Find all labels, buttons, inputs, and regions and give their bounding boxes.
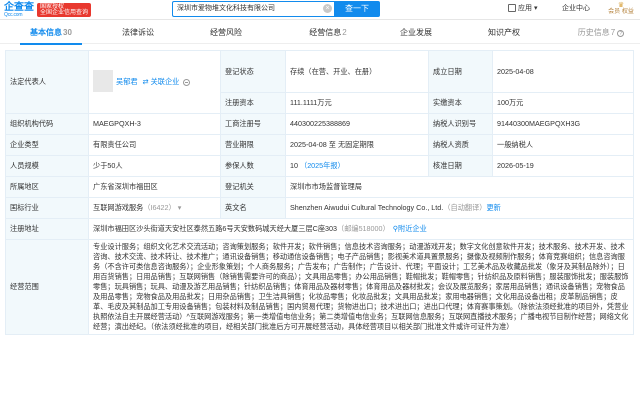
taxpayer-qual-value: 一般纳税人: [492, 134, 634, 156]
table-row: 人员规模 少于50人 参保人数 10 （2025年报） 核准日期 2026-05…: [5, 155, 634, 177]
taxpayer-id-label: 纳税人识别号: [428, 113, 493, 135]
top-bar: 企查查 Qcc.com 国家授权 全国企业信用查询 深圳市爱物堆文化科技有限公司…: [0, 0, 640, 20]
table-row: 法定代表人 吴郁君 ⇄ 关联企业 登记状态 存续（在营、开业、在册） 成立日期 …: [5, 50, 634, 114]
status-label: 登记状态: [220, 50, 286, 93]
reg-capital-value: 111.1111万元: [285, 92, 429, 114]
authority-value: 深圳市市场监督管理局: [285, 176, 634, 198]
insured-label: 参保人数: [220, 155, 286, 177]
auto-translate-note: （自动翻译）: [443, 203, 487, 212]
staff-value: 少于50人: [88, 155, 221, 177]
taxpayer-id-value: 91440300MAEGPQXH3G: [492, 113, 634, 135]
address-cell: 深圳市福田区沙头街道天安社区泰然五路6号天安数码城天经大厦三层C座303（邮编5…: [88, 218, 634, 240]
est-date-label: 成立日期: [428, 50, 493, 93]
industry-label: 国标行业: [5, 197, 89, 219]
table-row: 企业类型 有限责任公司 营业期限 2025-04-08 至 无固定期限 纳税人资…: [5, 134, 634, 156]
english-name-cell: Shenzhen Aiwudui Cultural Technology Co.…: [285, 197, 634, 219]
link-icon: ⇄: [142, 76, 149, 86]
approval-value: 2026-05-19: [492, 155, 634, 177]
collapse-icon: [183, 78, 191, 86]
chevron-down-icon[interactable]: ▾: [176, 203, 182, 212]
legal-rep-label: 法定代表人: [5, 50, 89, 114]
approval-label: 核准日期: [428, 155, 493, 177]
avatar: [93, 70, 113, 92]
crown-icon: ♛: [617, 2, 625, 9]
tab-basic-info[interactable]: 基本信息30: [16, 22, 86, 45]
term-value: 2025-04-08 至 无固定期限: [285, 134, 429, 156]
industry-cell: 互联网游戏服务（I6422） ▾: [88, 197, 221, 219]
search-button[interactable]: 查一下: [334, 1, 380, 17]
paid-capital-label: 实缴资本: [428, 92, 493, 114]
tab-legal[interactable]: 法律诉讼: [108, 22, 168, 44]
postcode: （邮编518000）: [337, 224, 390, 233]
term-label: 营业期限: [220, 134, 286, 156]
table-row: 所属地区 广东省深圳市福田区 登记机关 深圳市市场监督管理局: [5, 176, 634, 198]
type-value: 有限责任公司: [88, 134, 221, 156]
english-name-value: Shenzhen Aiwudui Cultural Technology Co.…: [290, 203, 444, 212]
annual-report-link[interactable]: （2025年报）: [300, 161, 345, 170]
org-code-value: MAEGPQXH-3: [88, 113, 221, 135]
scope-label: 经营范围: [5, 239, 89, 335]
biz-reg-label: 工商注册号: [220, 113, 286, 135]
industry-code: （I6422）: [143, 203, 176, 212]
address-value: 深圳市福田区沙头街道天安社区泰然五路6号天安数码城天经大厦三层C座303: [93, 224, 337, 233]
reg-capital-label: 注册资本: [220, 92, 286, 114]
scope-value: 专业设计服务；组织文化艺术交流活动；咨询策划服务；软件开发；软件销售；信息技术咨…: [88, 239, 634, 335]
search-input[interactable]: 深圳市爱物堆文化科技有限公司: [172, 1, 334, 17]
apps-grid-icon: [508, 4, 516, 12]
tab-development[interactable]: 企业发展: [386, 22, 446, 44]
est-date-value: 2025-04-08: [492, 50, 634, 93]
update-link[interactable]: 更新: [486, 203, 500, 212]
tab-risk[interactable]: 经营风险: [196, 22, 256, 44]
tab-history[interactable]: 历史信息7?: [566, 22, 636, 44]
org-code-label: 组织机构代码: [5, 113, 89, 135]
vip-benefits-button[interactable]: ♛ 会员 权益: [606, 2, 636, 18]
chevron-down-icon: ▾: [534, 5, 538, 12]
english-name-label: 英文名: [220, 197, 286, 219]
staff-label: 人员规模: [5, 155, 89, 177]
tab-ip[interactable]: 知识产权: [474, 22, 534, 44]
insured-cell: 10 （2025年报）: [285, 155, 429, 177]
clear-search-icon[interactable]: ×: [323, 4, 332, 13]
region-value: 广东省深圳市福田区: [88, 176, 221, 198]
table-row: 国标行业 互联网游戏服务（I6422） ▾ 英文名 Shenzhen Aiwud…: [5, 197, 634, 219]
biz-reg-value: 440300225388869: [285, 113, 429, 135]
nearby-companies-link[interactable]: ⚲附近企业: [393, 224, 427, 233]
authority-label: 登记机关: [220, 176, 286, 198]
address-label: 注册地址: [5, 218, 89, 240]
status-value: 存续（在营、开业、在册）: [285, 50, 429, 93]
logo-domain: Qcc.com: [4, 11, 23, 18]
taxpayer-qual-label: 纳税人资质: [428, 134, 493, 156]
logo[interactable]: 企查查 Qcc.com 国家授权 全国企业信用查询: [4, 1, 92, 18]
enterprise-center-link[interactable]: 企业中心: [562, 3, 590, 13]
insured-value: 10: [290, 161, 298, 170]
help-icon: ?: [617, 30, 625, 37]
business-info-table: 法定代表人 吴郁君 ⇄ 关联企业 登记状态 存续（在营、开业、在册） 成立日期 …: [5, 50, 634, 335]
industry-value: 互联网游戏服务: [93, 203, 144, 212]
region-label: 所属地区: [5, 176, 89, 198]
type-label: 企业类型: [5, 134, 89, 156]
logo-text: 企查查: [4, 1, 34, 13]
table-row: 组织机构代码 MAEGPQXH-3 工商注册号 440300225388869 …: [5, 113, 634, 135]
related-companies-link[interactable]: ⇄ 关联企业: [143, 77, 191, 86]
table-row: 经营范围 专业设计服务；组织文化艺术交流活动；咨询策划服务；软件开发；软件销售；…: [5, 239, 634, 335]
legal-rep-cell: 吴郁君 ⇄ 关联企业: [88, 50, 221, 114]
authorization-badge: 国家授权 全国企业信用查询: [37, 2, 92, 18]
tab-bar: 基本信息30 法律诉讼 经营风险 经营信息2 企业发展 知识产权 历史信息7?: [0, 22, 640, 45]
legal-rep-name[interactable]: 吴郁君: [116, 77, 138, 86]
apps-menu[interactable]: 应用 ▾: [508, 3, 538, 13]
tab-operations[interactable]: 经营信息2: [292, 22, 364, 44]
paid-capital-value: 100万元: [492, 92, 634, 114]
table-row: 注册地址 深圳市福田区沙头街道天安社区泰然五路6号天安数码城天经大厦三层C座30…: [5, 218, 634, 240]
